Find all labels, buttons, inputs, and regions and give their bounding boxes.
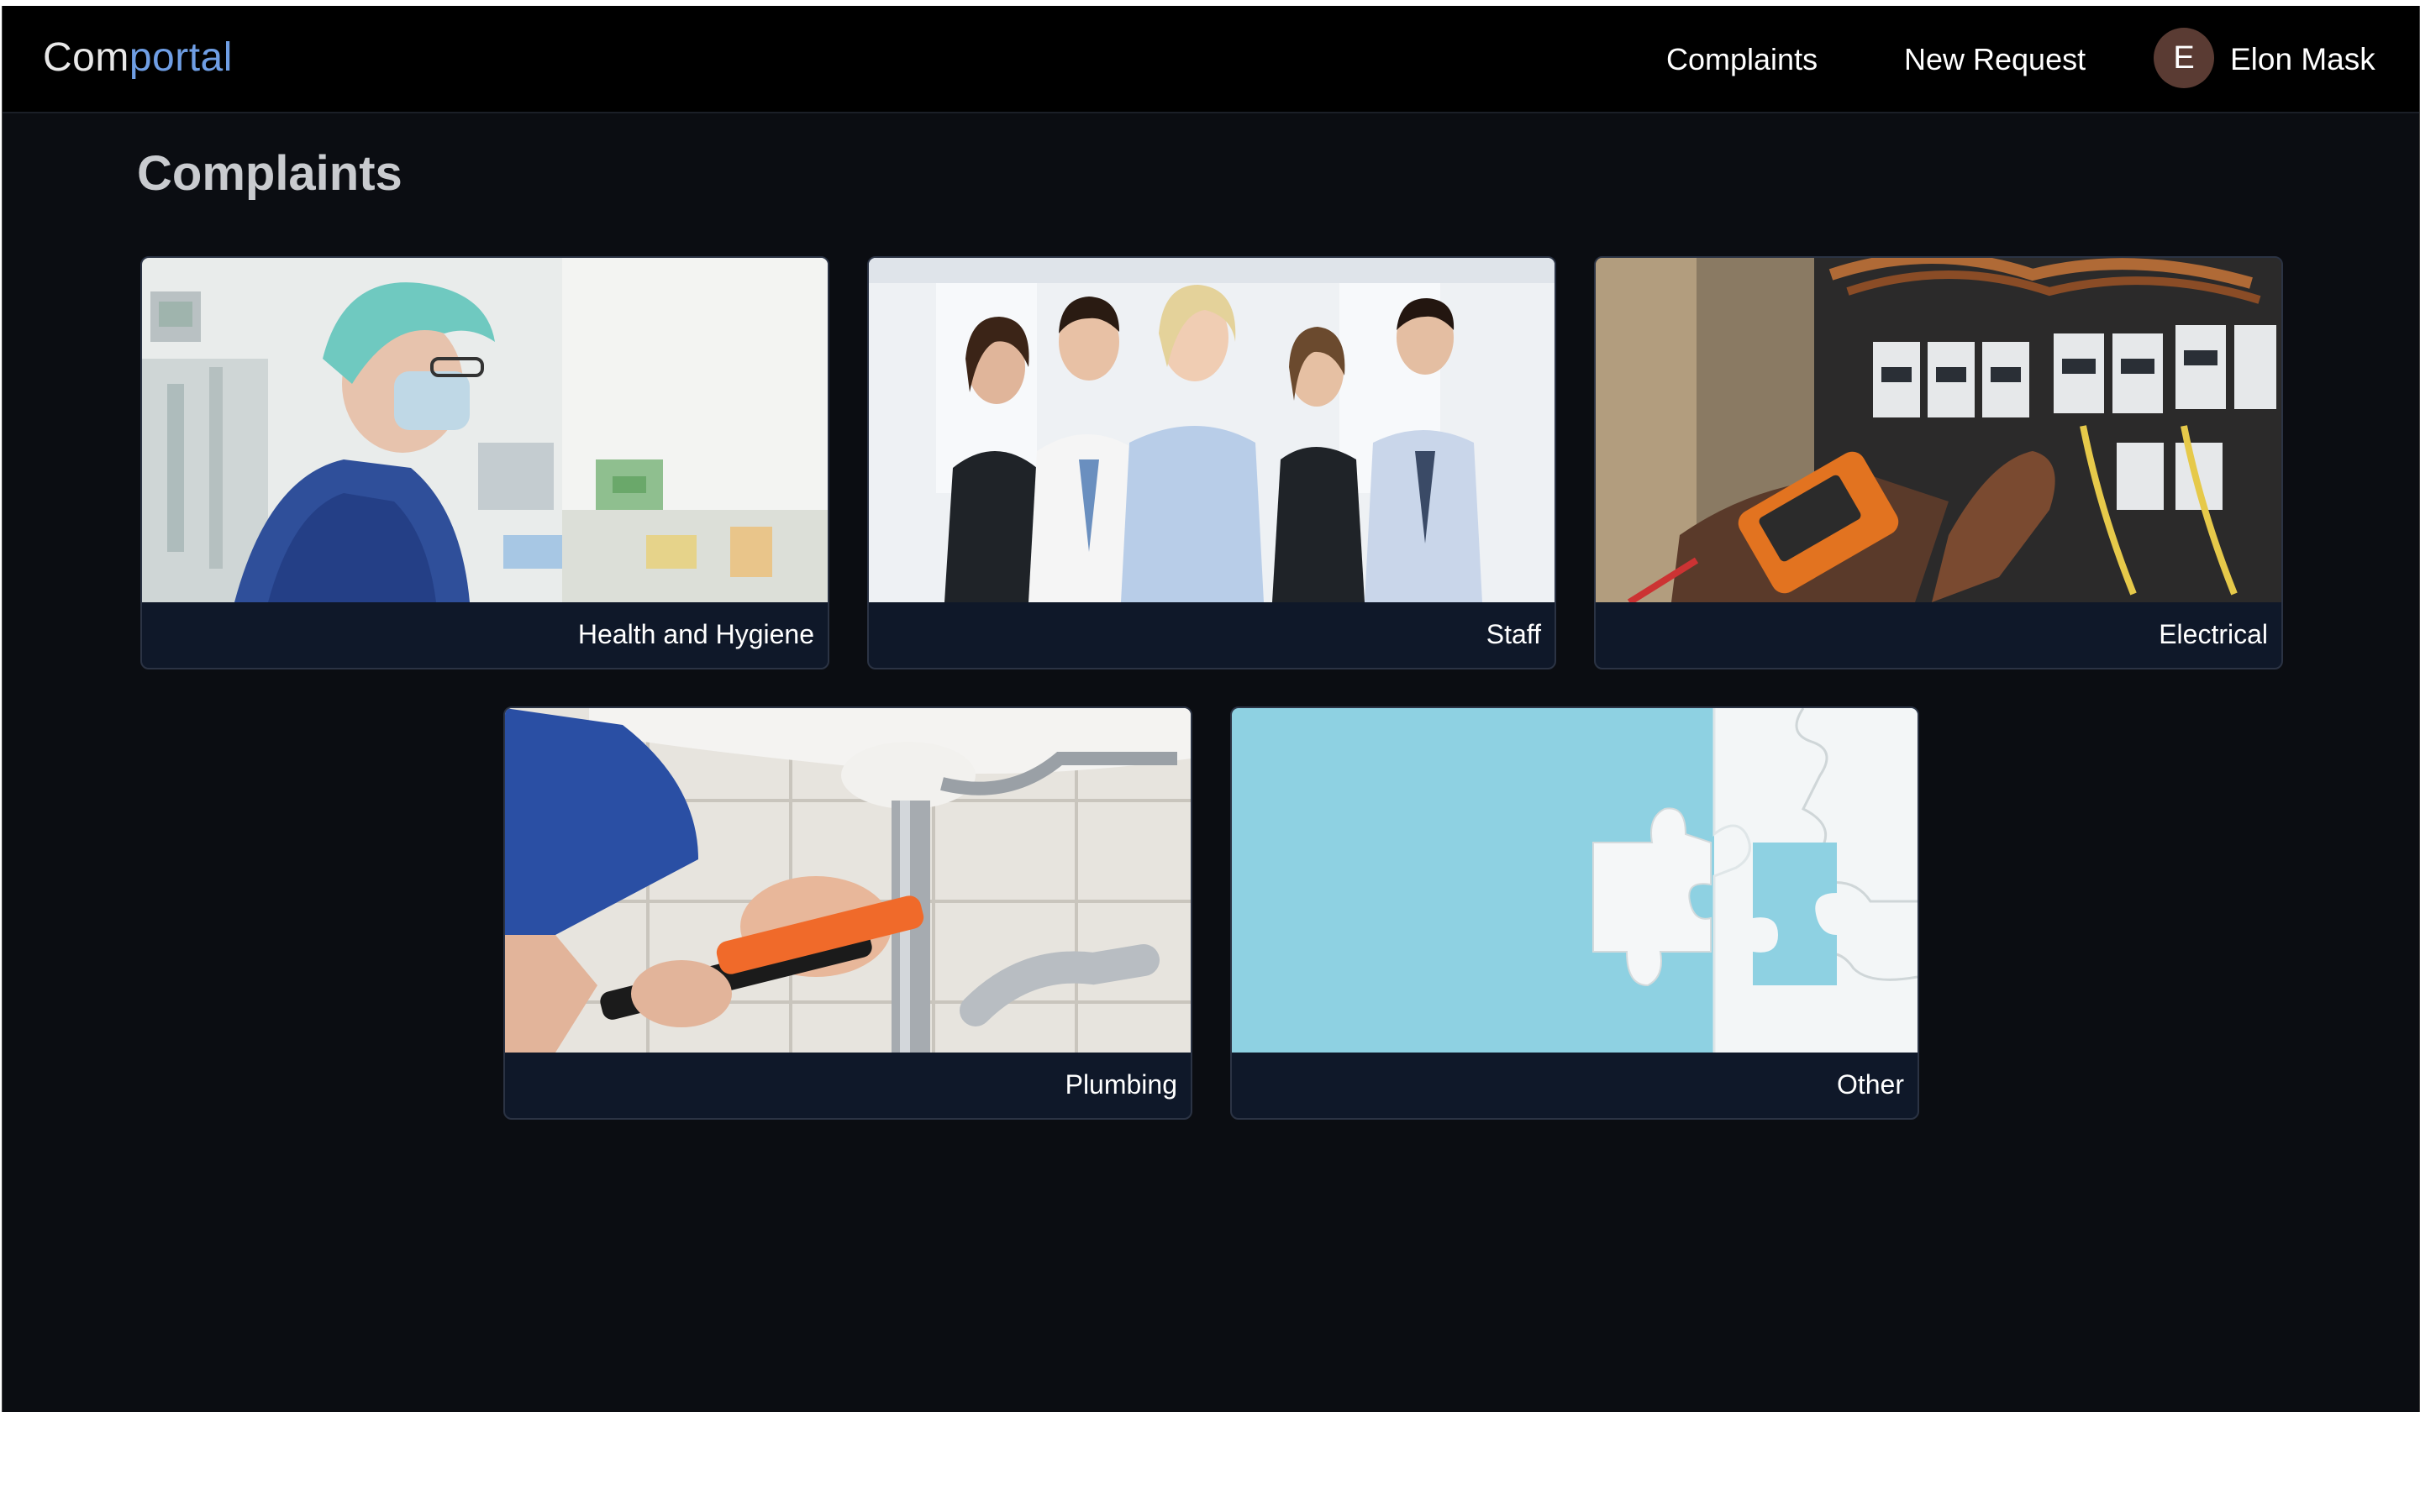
puzzle-photo: [1232, 708, 1918, 1053]
category-card-other[interactable]: Other: [1230, 706, 1919, 1120]
category-label: Other: [1836, 1069, 1904, 1100]
user-name[interactable]: Elon Mask: [2230, 39, 2375, 80]
nav-complaints-link[interactable]: Complaints: [1666, 39, 1818, 80]
navbar: Comportal Complaints New Request E Elon …: [3, 6, 2419, 113]
category-card-electrical[interactable]: Electrical: [1594, 256, 2283, 669]
category-label: Electrical: [2159, 619, 2268, 649]
nav-new-request-link[interactable]: New Request: [1904, 39, 2086, 80]
team-photo: [869, 258, 1555, 602]
nurse-photo: [142, 258, 828, 602]
avatar[interactable]: E: [2154, 28, 2214, 88]
category-label: Plumbing: [1065, 1069, 1177, 1100]
category-label: Health and Hygiene: [577, 619, 814, 649]
plumber-photo: [505, 708, 1191, 1053]
browser-viewport: Comportal Complaints New Request E Elon …: [2, 6, 2420, 1412]
category-card-plumbing[interactable]: Plumbing: [503, 706, 1192, 1120]
category-card-health-and-hygiene[interactable]: Health and Hygiene: [140, 256, 829, 669]
brand-prefix: Com: [43, 35, 129, 80]
electrician-photo: [1596, 258, 2281, 602]
brand-accent: portal: [129, 35, 233, 80]
brand-logo[interactable]: Comportal: [43, 33, 233, 83]
category-label: Staff: [1486, 619, 1541, 649]
screen: Comportal Complaints New Request E Elon …: [0, 0, 2420, 1512]
page-title: Complaints: [137, 146, 402, 201]
category-card-staff[interactable]: Staff: [867, 256, 1556, 669]
